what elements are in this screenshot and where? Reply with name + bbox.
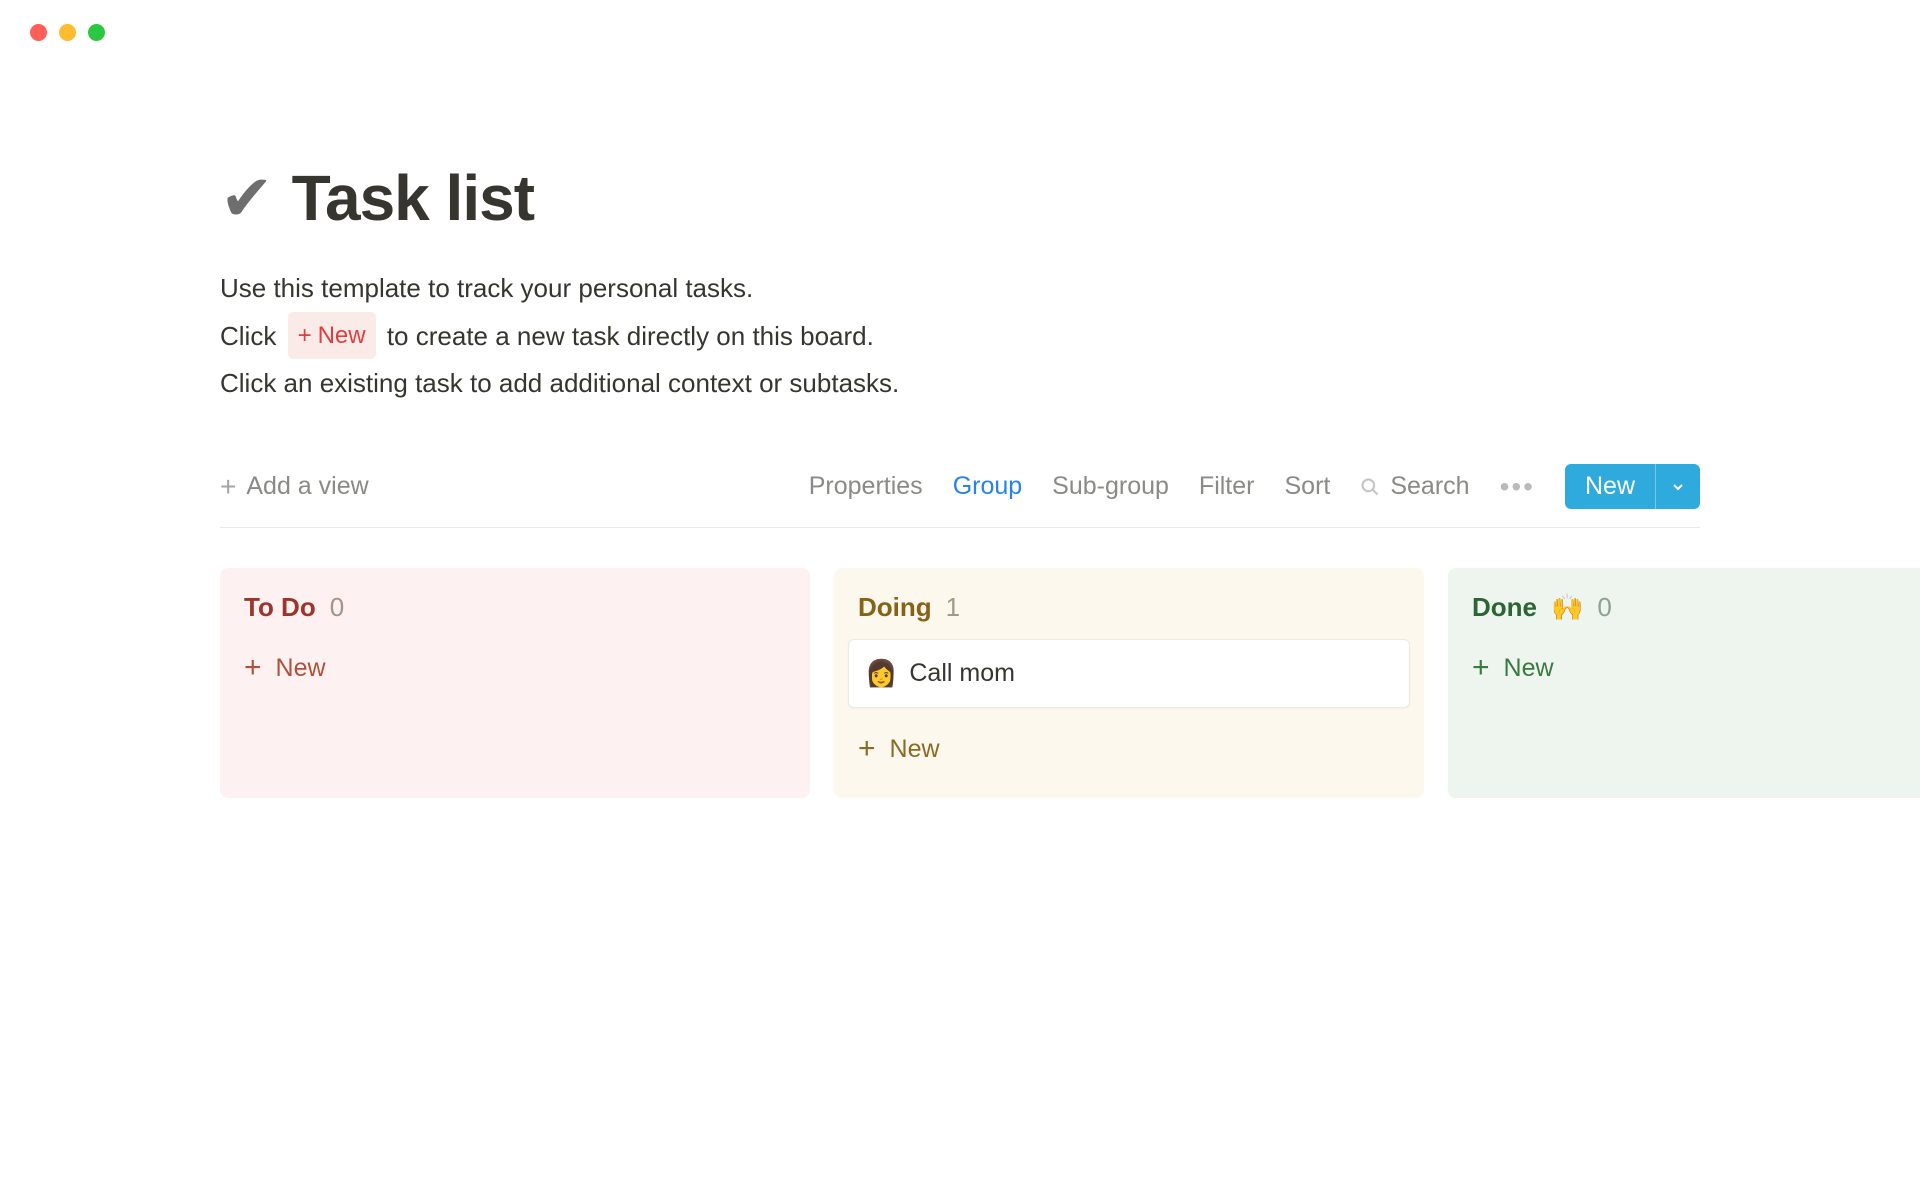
window-close-icon[interactable] xyxy=(30,24,47,41)
plus-icon: + xyxy=(1472,653,1490,683)
column-title: Doing xyxy=(858,592,932,623)
card-title: Call mom xyxy=(909,659,1015,688)
new-button-label[interactable]: New xyxy=(1565,464,1656,509)
column-new-button-doing[interactable]: + New xyxy=(848,720,1410,768)
column-todo: To Do 0 + New xyxy=(220,568,810,798)
add-view-button[interactable]: + Add a view xyxy=(220,472,369,501)
page-title-row: ✔ Task list xyxy=(220,161,1700,235)
column-count: 0 xyxy=(330,592,344,623)
description-line-3: Click an existing task to add additional… xyxy=(220,360,1700,407)
column-title: To Do xyxy=(244,592,316,623)
column-new-button-todo[interactable]: + New xyxy=(234,639,796,687)
toolbar-right: Properties Group Sub-group Filter Sort S… xyxy=(809,464,1700,509)
new-button-dropdown[interactable] xyxy=(1656,464,1700,509)
database-toolbar: + Add a view Properties Group Sub-group … xyxy=(220,434,1700,528)
more-icon[interactable]: ••• xyxy=(1500,473,1535,501)
column-new-label: New xyxy=(890,735,940,764)
search-label: Search xyxy=(1390,472,1469,501)
column-header-todo[interactable]: To Do 0 xyxy=(234,586,796,639)
column-doing: Doing 1 👩 Call mom + New xyxy=(834,568,1424,798)
page-icon[interactable]: ✔ xyxy=(220,166,274,230)
column-count: 1 xyxy=(946,592,960,623)
search-button[interactable]: Search xyxy=(1360,472,1469,501)
window-maximize-icon[interactable] xyxy=(88,24,105,41)
kanban-board: To Do 0 + New Doing 1 👩 Call mom + New xyxy=(220,528,1700,798)
filter-button[interactable]: Filter xyxy=(1199,472,1255,501)
group-button[interactable]: Group xyxy=(953,472,1022,501)
page-header: ✔ Task list Use this template to track y… xyxy=(220,161,1700,406)
plus-icon: + xyxy=(858,734,876,764)
sub-group-button[interactable]: Sub-group xyxy=(1052,472,1169,501)
column-new-label: New xyxy=(1504,654,1554,683)
add-view-label: Add a view xyxy=(246,472,368,501)
plus-icon: + xyxy=(298,314,312,357)
search-icon xyxy=(1360,477,1380,497)
column-new-label: New xyxy=(276,654,326,683)
description-line-2: Click + New to create a new task directl… xyxy=(220,312,1700,360)
inline-new-badge: + New xyxy=(288,312,376,359)
window-controls xyxy=(0,0,1920,41)
description-line-2-suffix: to create a new task directly on this bo… xyxy=(387,321,874,351)
description-line-1: Use this template to track your personal… xyxy=(220,265,1700,312)
card-call-mom[interactable]: 👩 Call mom xyxy=(848,639,1410,708)
inline-new-label: New xyxy=(318,314,366,357)
chevron-down-icon xyxy=(1670,479,1686,495)
description-line-2-prefix: Click xyxy=(220,321,284,351)
column-count: 0 xyxy=(1597,592,1611,623)
card-emoji-icon: 👩 xyxy=(865,658,897,689)
plus-icon: + xyxy=(220,473,236,501)
window-minimize-icon[interactable] xyxy=(59,24,76,41)
column-title: Done xyxy=(1472,592,1537,623)
page-title[interactable]: Task list xyxy=(292,161,534,235)
column-header-doing[interactable]: Doing 1 xyxy=(848,586,1410,639)
plus-icon: + xyxy=(244,653,262,683)
column-new-button-done[interactable]: + New xyxy=(1462,639,1920,687)
page-description: Use this template to track your personal… xyxy=(220,265,1700,406)
sort-button[interactable]: Sort xyxy=(1284,472,1330,501)
column-header-done[interactable]: Done 🙌 0 xyxy=(1462,586,1920,639)
column-title-emoji: 🙌 xyxy=(1551,592,1583,623)
toolbar-left: + Add a view xyxy=(220,472,369,501)
column-done: Done 🙌 0 + New xyxy=(1448,568,1920,798)
new-button[interactable]: New xyxy=(1565,464,1700,509)
properties-button[interactable]: Properties xyxy=(809,472,923,501)
page-container: ✔ Task list Use this template to track y… xyxy=(0,41,1920,798)
